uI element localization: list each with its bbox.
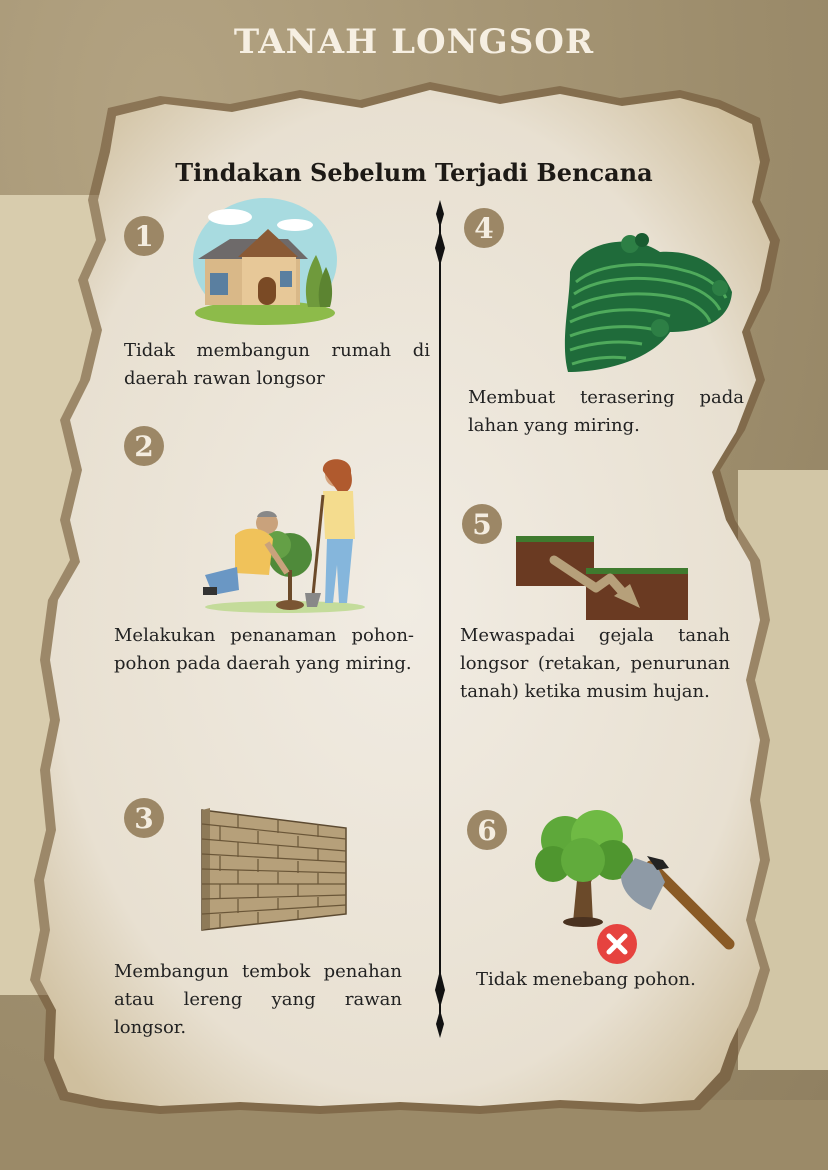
step-number-5: 5 — [462, 504, 502, 544]
step-number-4: 4 — [464, 208, 504, 248]
step-text-2: Melakukan penanaman pohon-pohon pada dae… — [114, 625, 414, 674]
house-icon — [193, 198, 337, 325]
step-text-5: Mewaspadai gejala tanah longsor (retakan… — [460, 625, 730, 702]
vertical-divider — [435, 200, 445, 1038]
step-number-2: 2 — [124, 426, 164, 466]
ground-crack-icon — [516, 536, 688, 620]
step-text-1: Tidak membangun rumah di daerah rawan lo… — [124, 340, 430, 389]
step-text-3: Membangun tembok penahan atau lereng yan… — [114, 961, 402, 1038]
step-number-1: 1 — [124, 216, 164, 256]
no-tree-cutting-icon — [535, 810, 735, 964]
tree-planting-icon — [203, 459, 365, 613]
section-subtitle: Tindakan Sebelum Terjadi Bencana — [175, 158, 653, 187]
step-text-6: Tidak menebang pohon. — [476, 969, 696, 990]
brick-wall-icon — [201, 808, 347, 931]
terrace-field-icon — [564, 233, 732, 372]
page-title: TANAH LONGSOR — [233, 22, 595, 62]
step-number-6: 6 — [467, 810, 507, 850]
step-text-4: Membuat terasering pada lahan yang mirin… — [468, 387, 744, 436]
step-number-3: 3 — [124, 798, 164, 838]
